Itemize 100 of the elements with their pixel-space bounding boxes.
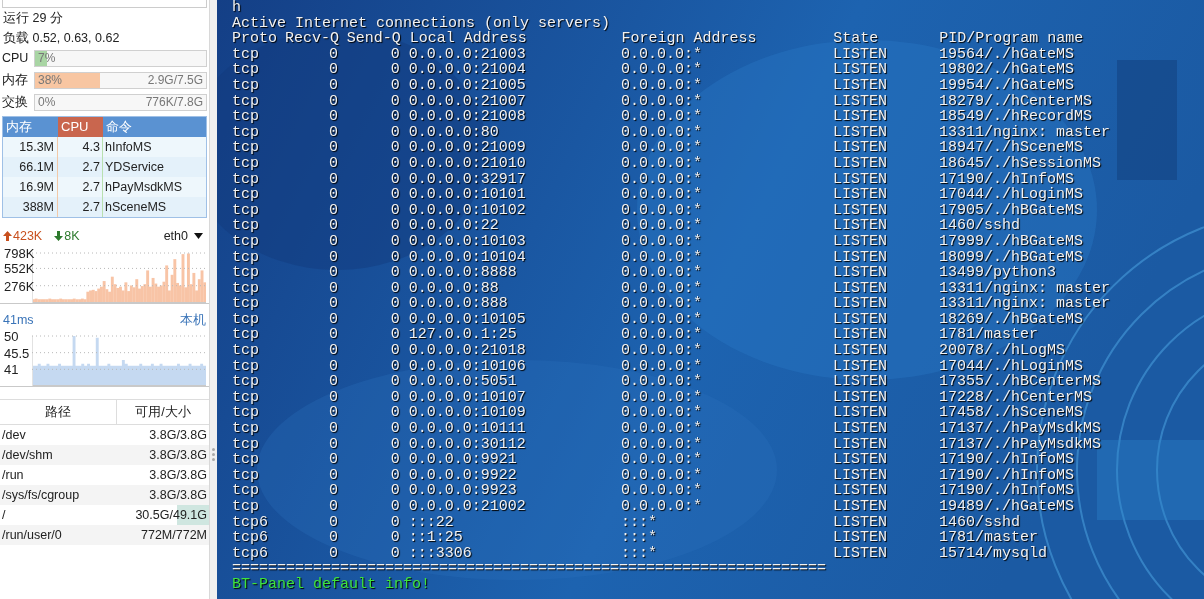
terminal-cell-text: 17137/./hPayMsdkMS [938,421,1102,437]
terminal-cell-text: 18269/./hBGateMS [938,311,1084,328]
terminal-cell-text: 0 [389,421,400,437]
terminal-cell-text: 0.0.0.0:* [620,109,703,125]
meter-label: 内存 [1,71,29,89]
terminal-cell-text: 0 [389,296,400,312]
table-cell-text: /run/user/0 [1,527,63,544]
terminal-cell-text: LISTEN [832,405,888,422]
terminal-cell-text: tcp [232,109,260,125]
terminal-cell-text: tcp [232,62,260,78]
terminal-cell-text: LISTEN [832,77,888,94]
terminal-cell-text: LISTEN [832,374,888,390]
terminal-cell-text: 0.0.0.0:22 [408,218,500,234]
terminal-cell-text: 0 [328,389,338,406]
terminal-cell-text: 0 [389,467,400,484]
terminal-cell-text: 0.0.0.0:* [620,358,703,375]
terminal-cell-text: tcp [232,421,260,437]
meter-percent: 0% [38,94,56,111]
terminal-cell-text: 0 [389,187,400,203]
terminal-cell-text: tcp [232,467,260,484]
terminal-cell-text: tcp [232,93,260,110]
terminal-cell-text: LISTEN [832,109,888,125]
terminal-cell-text: tcp [232,265,260,281]
latency-reading: 41ms [3,311,34,329]
terminal-cell-text: 0 [328,499,338,515]
terminal-cell-text: 0 [389,46,400,63]
terminal-cell-text: 0 [389,77,400,94]
terminal-cell-text: LISTEN [832,155,888,172]
terminal-cell-text: LISTEN [832,62,888,78]
terminal-cell-text: 0.0.0.0:10105 [408,311,527,328]
terminal-cell-text: 0.0.0.0:* [620,62,703,78]
terminal-cell-text: 18645/./hSessionMS [938,155,1102,172]
terminal-cell-text: tcp6 [232,545,269,562]
terminal-cell-text: LISTEN [832,327,888,344]
terminal-cell-text: 17190/./hInfoMS [938,452,1075,468]
terminal-cell-text: 0.0.0.0:* [620,343,703,359]
terminal-cell-text: tcp [232,202,260,219]
terminal-cell-text: 0 [328,77,338,94]
terminal-cell-text: LISTEN [832,421,888,437]
terminal-cell-text: 0.0.0.0:* [620,124,703,141]
terminal-cell-text: 0.0.0.0:* [620,77,703,94]
terminal-cell-text: LISTEN [832,46,888,63]
terminal-cell-text: 0 [328,202,338,219]
terminal-cell-text: 0 [328,296,338,312]
terminal-cell-text: 0.0.0.0:* [620,46,703,63]
terminal-cell-text: 0.0.0.0:* [620,389,703,406]
terminal-cell-text: 0 [389,140,400,156]
terminal-cell-text: 0 [328,405,338,422]
terminal-cell-text: 0.0.0.0:9921 [408,452,518,468]
terminal-cell-text: tcp [232,358,260,375]
terminal-cell-text: LISTEN [832,233,888,250]
terminal-cell-text: 0 [328,46,338,63]
terminal-cell-text: 0.0.0.0:21008 [408,109,527,125]
terminal-cell-text: 0.0.0.0:10106 [408,358,527,375]
terminal-cell-text: 0 [328,421,338,437]
terminal-cell-text: 0.0.0.0:10103 [408,233,527,250]
terminal-cell-text: 0 [389,483,400,499]
terminal-cell-text: 0 [389,124,400,141]
table-cell-text: / [1,507,7,524]
terminal-cell-text: 0 [328,483,338,499]
terminal-cell-text: 0 [328,343,338,359]
terminal-cell-text: 0 [389,530,400,546]
table-cell-text: 772M/772M [140,527,208,544]
column-header: PID/Program name [939,31,1085,47]
terminal-cell-text: 0 [328,62,338,78]
terminal-cell-text: tcp [232,452,260,468]
terminal-cell-text: 0 [389,93,400,110]
terminal-cell-text: 0 [328,327,338,344]
terminal-cell-text: LISTEN [832,452,888,468]
terminal-cell-text: LISTEN [832,280,888,297]
terminal-cell-text: 0.0.0.0:32917 [408,171,527,188]
terminal-cell-text: LISTEN [832,389,888,406]
terminal-cell-text: 0.0.0.0:9922 [408,467,518,484]
terminal-cell-text: 0 [389,327,400,344]
terminal-cell-text: tcp [232,374,260,390]
terminal-cell-text: 19954/./hGateMS [938,77,1075,94]
terminal-cell-text: tcp6 [232,514,269,531]
terminal-cell-text: tcp [232,311,260,328]
terminal-cell-text: 13311/nginx: master [938,280,1111,297]
terminal-cell-text: 18947/./hSceneMS [938,140,1083,156]
terminal-cell-text: 0 [389,499,400,515]
load-text: 负载 0.52, 0.63, 0.62 [2,30,121,47]
terminal-cell-text: 0.0.0.0:21018 [408,343,527,359]
terminal-cell-text: 0.0.0.0:10111 [408,421,527,437]
table-cell-text: /dev/shm [1,447,54,464]
terminal-cell-text: LISTEN [832,467,888,484]
terminal-line: ================================================================== [232,561,827,577]
terminal-cell-text: tcp [232,171,260,188]
terminal-cell-text: 0 [389,358,400,375]
terminal-cell-text: 0.0.0.0:88 [408,280,500,297]
terminal-cell-text: 17137/./hPayMsdkMS [938,436,1102,453]
terminal-cell-text: 0 [328,265,338,281]
terminal-cell-text: 1781/master [938,327,1038,344]
terminal-cell-text: LISTEN [832,358,888,375]
terminal-cell-text: tcp [232,280,260,297]
terminal-cell-text: 0 [328,374,338,390]
column-header: Proto [232,31,278,47]
terminal-cell-text: 0.0.0.0:21002 [408,499,527,515]
terminal-cell-text: 0.0.0.0:* [620,436,703,453]
column-header: Foreign Address [621,31,758,47]
